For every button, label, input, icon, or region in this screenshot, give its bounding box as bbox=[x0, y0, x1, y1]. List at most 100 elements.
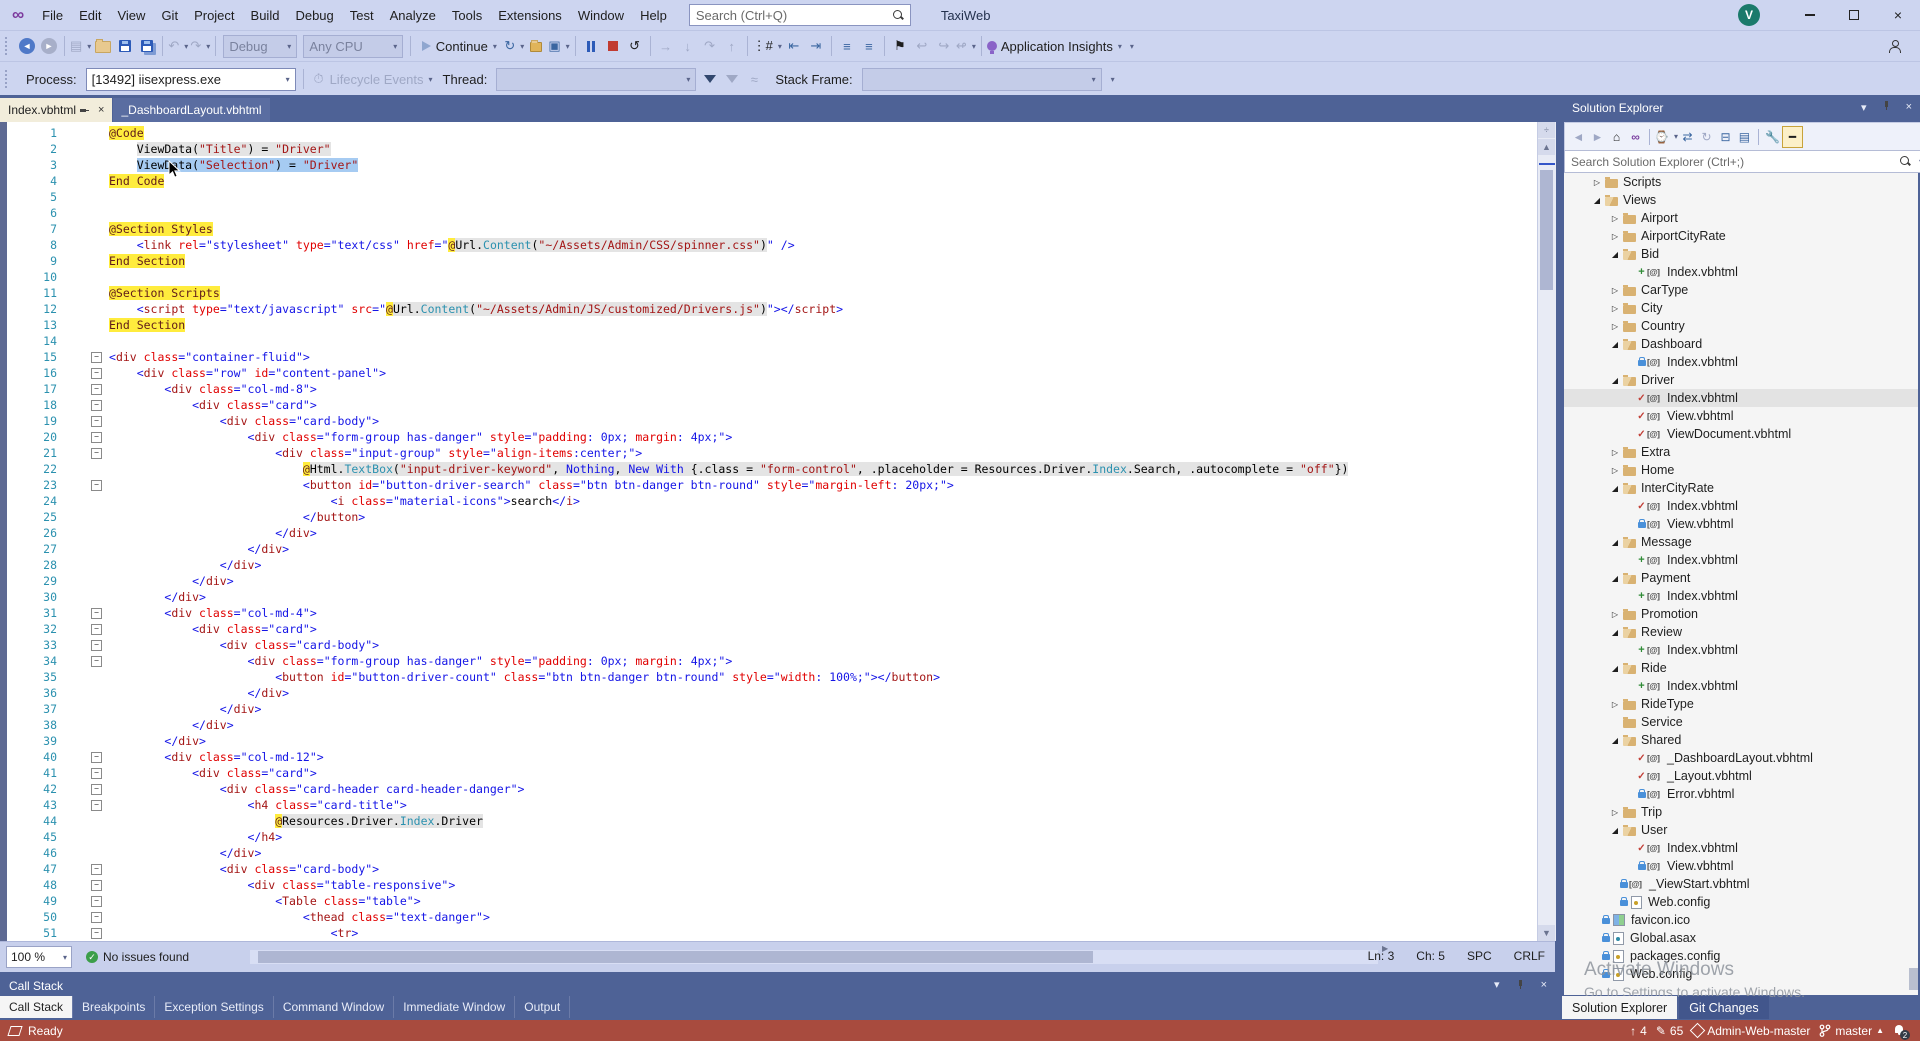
expand-icon[interactable]: ▷ bbox=[1608, 466, 1622, 475]
column-indicator[interactable]: Ch: 5 bbox=[1416, 949, 1445, 963]
code-line[interactable]: 36 </div> bbox=[7, 685, 1537, 701]
minimize-button[interactable] bbox=[1788, 1, 1832, 29]
code-line[interactable]: 19− <div class="card-body"> bbox=[7, 413, 1537, 429]
hot-reload-icon[interactable]: ↻ ▾ bbox=[504, 35, 524, 57]
pending-changes-filter-icon[interactable]: ⌚ ▾ bbox=[1654, 127, 1678, 147]
tree-item-airport[interactable]: ▷ Airport bbox=[1564, 209, 1918, 227]
outgoing-commits-indicator[interactable]: ↑ 4 bbox=[1630, 1024, 1647, 1038]
save-icon[interactable] bbox=[115, 35, 135, 57]
scroll-down-icon[interactable]: ▼ bbox=[1538, 925, 1555, 941]
undo-icon[interactable]: ↶ ▾ bbox=[168, 35, 188, 57]
code-line[interactable]: 16− <div class="row" id="content-panel"> bbox=[7, 365, 1537, 381]
collapse-box-icon[interactable]: − bbox=[91, 928, 102, 939]
continue-button[interactable]: Continue ▾ bbox=[416, 35, 502, 57]
process-dropdown[interactable]: [13492] iisexpress.exe ▾ bbox=[85, 67, 296, 91]
sync-with-active-document-icon[interactable]: ∞ bbox=[1626, 127, 1645, 147]
code-line[interactable]: 11 @Section Scripts bbox=[7, 285, 1537, 301]
show-all-files-toggle[interactable]: ━ bbox=[1781, 125, 1803, 148]
properties-icon[interactable]: ▤ bbox=[1735, 127, 1754, 147]
horizontal-scroll-thumb[interactable] bbox=[258, 951, 1093, 963]
menu-item-window[interactable]: Window bbox=[570, 4, 632, 27]
open-folder-icon[interactable] bbox=[93, 35, 113, 57]
expand-icon[interactable]: ▷ bbox=[1608, 808, 1622, 817]
prev-bookmark-icon[interactable]: ↩ bbox=[912, 35, 932, 57]
collapse-box-icon[interactable]: − bbox=[91, 640, 102, 651]
suspend-threads-icon[interactable]: ≈ bbox=[744, 68, 764, 90]
save-all-icon[interactable] bbox=[137, 35, 157, 57]
collapse-box-icon[interactable]: − bbox=[91, 352, 102, 363]
tree-item-extra[interactable]: ▷ Extra bbox=[1564, 443, 1918, 461]
collapse-box-icon[interactable]: − bbox=[91, 912, 102, 923]
expand-icon[interactable]: ▷ bbox=[1608, 610, 1622, 619]
collapse-icon[interactable]: ◢ bbox=[1608, 736, 1622, 745]
tree-item-scripts[interactable]: ▷ Scripts bbox=[1564, 173, 1918, 191]
collapse-icon[interactable]: ◢ bbox=[1608, 538, 1622, 547]
se-forward-icon[interactable]: ► bbox=[1588, 127, 1607, 147]
expand-icon[interactable]: ▷ bbox=[1608, 322, 1622, 331]
code-line[interactable]: 22 @Html.TextBox("input-driver-keyword", … bbox=[7, 461, 1537, 477]
expand-icon[interactable]: ▷ bbox=[1590, 178, 1604, 187]
menu-item-debug[interactable]: Debug bbox=[287, 4, 341, 27]
tree-item-web.config[interactable]: Web.config bbox=[1564, 893, 1918, 911]
code-line[interactable]: 24 <i class="material-icons">search</i> bbox=[7, 493, 1537, 509]
code-line[interactable]: 42− <div class="card-header card-header-d… bbox=[7, 781, 1537, 797]
tree-item-view.vbhtml[interactable]: [@] View.vbhtml bbox=[1564, 515, 1918, 533]
tree-item-views[interactable]: ◢ Views bbox=[1564, 191, 1918, 209]
menu-item-project[interactable]: Project bbox=[186, 4, 242, 27]
bookmark-icon[interactable]: ⚑ bbox=[890, 35, 910, 57]
uncomment-icon[interactable]: ≡ bbox=[859, 35, 879, 57]
code-line[interactable]: 46 </div> bbox=[7, 845, 1537, 861]
account-avatar[interactable]: V bbox=[1738, 4, 1760, 26]
expand-icon[interactable]: ▷ bbox=[1608, 214, 1622, 223]
code-line[interactable]: 37 </div> bbox=[7, 701, 1537, 717]
split-handle[interactable]: ÷ bbox=[1538, 122, 1555, 138]
tree-item-ride[interactable]: ◢ Ride bbox=[1564, 659, 1918, 677]
menu-item-file[interactable]: File bbox=[34, 4, 71, 27]
collapse-icon[interactable]: ◢ bbox=[1608, 484, 1622, 493]
code-line[interactable]: 30 </div> bbox=[7, 589, 1537, 605]
pin-icon[interactable] bbox=[1516, 980, 1525, 989]
code-line[interactable]: 45 </h4> bbox=[7, 829, 1537, 845]
code-editor[interactable]: 1 @Code 2 ViewData("Title") = "Driver" 3 View… bbox=[0, 122, 1555, 941]
collapse-all-icon[interactable]: ⊟ bbox=[1716, 127, 1735, 147]
nav-back-icon[interactable]: ◄ bbox=[17, 35, 37, 57]
code-line[interactable]: 31− <div class="col-md-4"> bbox=[7, 605, 1537, 621]
code-line[interactable]: 21− <div class="input-group" style="align… bbox=[7, 445, 1537, 461]
next-bookmark-icon[interactable]: ↪ bbox=[934, 35, 954, 57]
expand-icon[interactable]: ▷ bbox=[1608, 304, 1622, 313]
refresh-icon[interactable]: ↻ bbox=[1697, 127, 1716, 147]
collapse-icon[interactable]: ◢ bbox=[1608, 664, 1622, 673]
lifecycle-events-label[interactable]: Lifecycle Events bbox=[330, 72, 424, 87]
solution-tree[interactable]: ▷ Scripts ◢ Views ▷ Airport ▷ AirportCityRate ◢ B… bbox=[1564, 173, 1918, 995]
collapse-icon[interactable]: ◢ bbox=[1608, 574, 1622, 583]
code-line[interactable]: 15− <div class="container-fluid"> bbox=[7, 349, 1537, 365]
code-line[interactable]: 49− <Table class="table"> bbox=[7, 893, 1537, 909]
collapse-icon[interactable]: ◢ bbox=[1608, 376, 1622, 385]
code-line[interactable]: 28 </div> bbox=[7, 557, 1537, 573]
cpu-dropdown[interactable]: Any CPU ▾ bbox=[303, 34, 404, 58]
code-line[interactable]: 3 ViewData("Selection") = "Driver" bbox=[7, 157, 1537, 173]
expand-icon[interactable]: ▷ bbox=[1608, 286, 1622, 295]
tree-item-review[interactable]: ◢ Review bbox=[1564, 623, 1918, 641]
collapse-box-icon[interactable]: − bbox=[91, 480, 102, 491]
debug-config-dropdown[interactable]: Debug ▾ bbox=[223, 34, 298, 58]
tree-item-_layout.vbhtml[interactable]: ✓ [@] _Layout.vbhtml bbox=[1564, 767, 1918, 785]
panel-close-icon[interactable]: × bbox=[1906, 101, 1912, 114]
nav-forward-icon[interactable]: ► bbox=[39, 35, 59, 57]
restore-button[interactable] bbox=[1832, 1, 1876, 29]
panel-menu-icon[interactable]: ▾ bbox=[1861, 101, 1867, 114]
panel-close-icon[interactable]: × bbox=[1541, 979, 1547, 991]
tree-item-packages.config[interactable]: packages.config bbox=[1564, 947, 1918, 965]
quick-search-box[interactable]: Search (Ctrl+Q) bbox=[688, 4, 911, 26]
tree-scroll-thumb[interactable] bbox=[1909, 968, 1918, 990]
tree-item-message[interactable]: ◢ Message bbox=[1564, 533, 1918, 551]
collapse-box-icon[interactable]: − bbox=[91, 384, 102, 395]
tree-item-shared[interactable]: ◢ Shared bbox=[1564, 731, 1918, 749]
add-item-icon[interactable]: ▤ ▾ bbox=[70, 35, 91, 57]
se-back-icon[interactable]: ◄ bbox=[1569, 127, 1588, 147]
menu-item-git[interactable]: Git bbox=[153, 4, 186, 27]
vertical-scroll-thumb[interactable] bbox=[1540, 170, 1553, 290]
step-over-icon[interactable]: ↷ bbox=[700, 35, 720, 57]
tree-item-service[interactable]: Service bbox=[1564, 713, 1918, 731]
tree-item-global.asax[interactable]: Global.asax bbox=[1564, 929, 1918, 947]
